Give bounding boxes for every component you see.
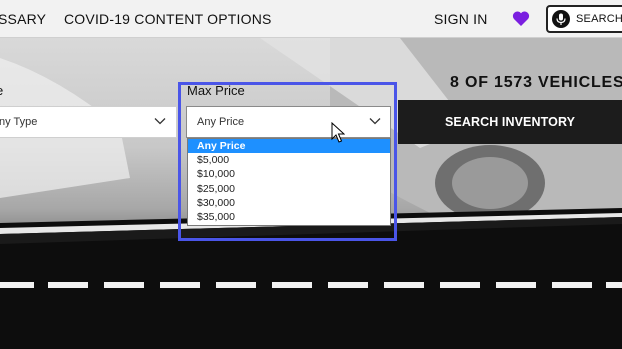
nav-covid-options-link[interactable]: COVID-19 CONTENT OPTIONS	[64, 11, 272, 27]
type-filter-label: e	[0, 83, 3, 98]
search-label: SEARCH A	[576, 13, 622, 25]
max-price-select[interactable]: Any Price	[186, 106, 391, 138]
type-select[interactable]: ny Type	[0, 106, 177, 138]
max-price-label: Max Price	[187, 83, 245, 98]
price-option-any[interactable]: Any Price	[188, 139, 390, 154]
price-option-5000[interactable]: $5,000	[188, 153, 390, 167]
price-option-25000[interactable]: $25,000	[188, 182, 390, 196]
chevron-down-icon	[369, 118, 381, 125]
heart-icon[interactable]	[512, 10, 530, 27]
microphone-icon	[552, 10, 570, 28]
chevron-down-icon	[154, 118, 166, 125]
search-inventory-button[interactable]: SEARCH INVENTORY	[398, 100, 622, 144]
price-option-30000[interactable]: $30,000	[188, 196, 390, 210]
nav-glossary-link[interactable]: SSARY	[0, 11, 46, 27]
search-button[interactable]: SEARCH A	[546, 5, 622, 33]
nav-sign-in-link[interactable]: SIGN IN	[434, 11, 488, 27]
mouse-cursor-icon	[331, 122, 345, 143]
price-option-35000[interactable]: $35,000	[188, 210, 390, 224]
type-select-value: ny Type	[0, 116, 38, 128]
top-nav: SSARY COVID-19 CONTENT OPTIONS SIGN IN S…	[0, 0, 622, 38]
vehicle-count: 8 OF 1573 VEHICLES	[450, 74, 622, 91]
price-option-10000[interactable]: $10,000	[188, 167, 390, 181]
max-price-dropdown-list: Any Price $5,000 $10,000 $25,000 $30,000…	[187, 138, 391, 226]
max-price-select-value: Any Price	[197, 116, 245, 128]
